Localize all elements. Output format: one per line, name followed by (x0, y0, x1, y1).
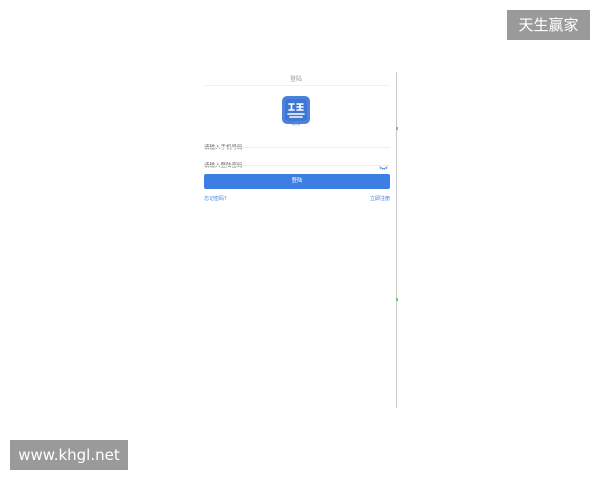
forgot-password-link[interactable]: 忘记密码? (204, 195, 227, 202)
password-underline (204, 165, 390, 166)
phone-field[interactable] (204, 134, 390, 154)
title-divider (204, 85, 390, 86)
watermark-bottom-left: www.khgl.net (10, 440, 128, 470)
stage: 登陆 考研帮 登陆 忘记密码? 立即注册 (0, 0, 600, 480)
password-input[interactable] (204, 160, 374, 172)
login-button[interactable]: 登陆 (204, 174, 390, 189)
edge-marker (396, 127, 398, 130)
phone-underline (204, 147, 390, 148)
screen-edge (396, 72, 397, 408)
logo-caption: 考研帮 (291, 122, 301, 126)
register-link[interactable]: 立即注册 (370, 195, 390, 202)
watermark-top-right: 天生赢家 (507, 10, 590, 40)
password-field[interactable] (204, 152, 390, 172)
login-screen: 登陆 考研帮 登陆 忘记密码? 立即注册 (196, 68, 396, 408)
app-logo-icon (282, 96, 310, 124)
page-title: 登陆 (289, 76, 302, 83)
edge-marker (396, 298, 398, 301)
eye-icon[interactable] (379, 156, 388, 171)
